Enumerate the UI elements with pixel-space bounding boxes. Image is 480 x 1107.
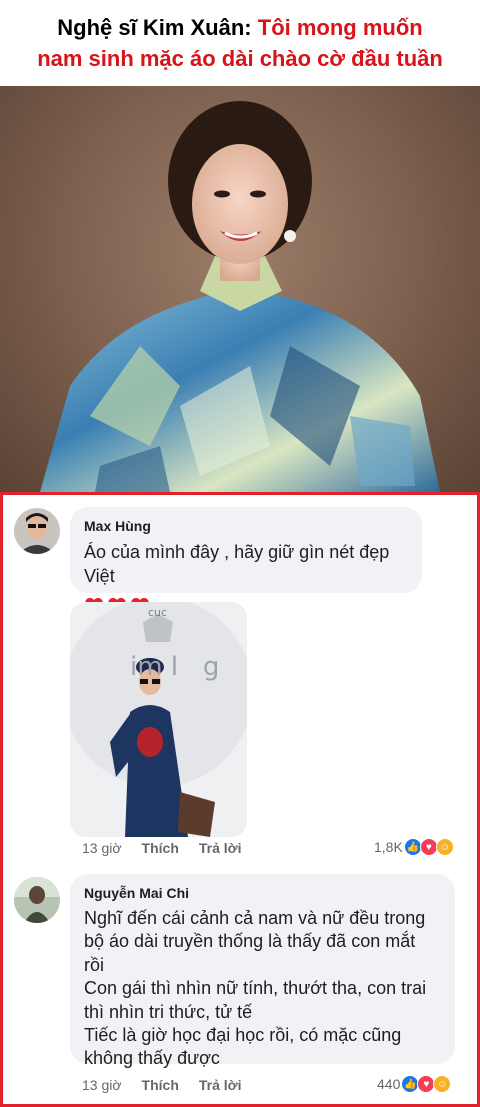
reaction-count: 440 xyxy=(377,1076,401,1092)
care-icon: ☺ xyxy=(433,1075,452,1093)
comment-text: Áo của mình đây , hãy giữ gìn nét đẹp Vi… xyxy=(84,542,390,586)
avatar-nguyen-mai-chi[interactable] xyxy=(14,877,60,923)
comment-line: thì nhìn tri thức, tử tế xyxy=(84,1001,253,1022)
comment-bubble-2: Nguyễn Mai Chi Nghĩ đến cái cảnh cả nam … xyxy=(70,874,455,1068)
avatar-image xyxy=(14,508,60,554)
comment-line: không thấy được xyxy=(84,1048,220,1069)
comment-text: Nghĩ đến cái cảnh cả nam và nữ đều trong… xyxy=(84,907,443,1071)
attachment-text-brand: im l g xyxy=(130,652,220,682)
headline-line-1: Nghệ sĩ Kim Xuân: Tôi mong muốn xyxy=(0,12,480,43)
portrait-illustration xyxy=(40,101,440,492)
reaction-summary-1[interactable]: 1,8K 👍 ♥ ☺ xyxy=(374,838,454,856)
comment-line: Con gái thì nhìn nữ tính, thướt tha, con… xyxy=(84,978,427,999)
comment-author[interactable]: Nguyễn Mai Chi xyxy=(84,884,443,902)
like-button[interactable]: Thích xyxy=(142,1077,179,1093)
headline: Nghệ sĩ Kim Xuân: Tôi mong muốn nam sinh… xyxy=(0,0,480,86)
comment-bubble-1: Max Hùng Áo của mình đây , hãy giữ gìn n… xyxy=(70,507,422,614)
comment-actions-1: 13 giờ Thích Trả lời xyxy=(82,840,242,856)
reply-button[interactable]: Trả lời xyxy=(199,1077,242,1093)
comment-author[interactable]: Max Hùng xyxy=(84,517,410,535)
headline-line-2: nam sinh mặc áo dài chào cờ đầu tuần xyxy=(37,46,443,71)
comment-time[interactable]: 13 giờ xyxy=(82,840,122,856)
comment-line: rồi xyxy=(84,954,105,975)
avatar-image xyxy=(14,877,60,923)
portrait-photo xyxy=(0,86,480,492)
reaction-count: 1,8K xyxy=(374,839,403,855)
comment-time[interactable]: 13 giờ xyxy=(82,1077,122,1093)
reaction-summary-2[interactable]: 440 👍 ♥ ☺ xyxy=(377,1075,452,1093)
reply-button[interactable]: Trả lời xyxy=(199,840,242,856)
headline-prefix: Nghệ sĩ Kim Xuân: xyxy=(57,15,258,40)
comment-attachment-photo[interactable]: cuc im l g xyxy=(70,602,247,837)
like-button[interactable]: Thích xyxy=(142,840,179,856)
comment-line: Tiếc là giờ học đại học rồi, có mặc cũng xyxy=(84,1025,402,1046)
avatar-max-hung[interactable] xyxy=(14,508,60,554)
comment-line: Nghĩ đến cái cảnh cả nam và nữ đều trong xyxy=(84,908,426,928)
attachment-text-top: cuc xyxy=(148,606,168,619)
headline-highlight: Tôi mong muốn xyxy=(257,15,423,40)
comment-line: bộ áo dài truyền thống là thấy đã con mắ… xyxy=(84,931,416,952)
care-icon: ☺ xyxy=(435,838,454,856)
comments-frame: Max Hùng Áo của mình đây , hãy giữ gìn n… xyxy=(0,492,480,1107)
comment-actions-2: 13 giờ Thích Trả lời xyxy=(82,1077,242,1093)
attachment-image xyxy=(70,602,247,837)
